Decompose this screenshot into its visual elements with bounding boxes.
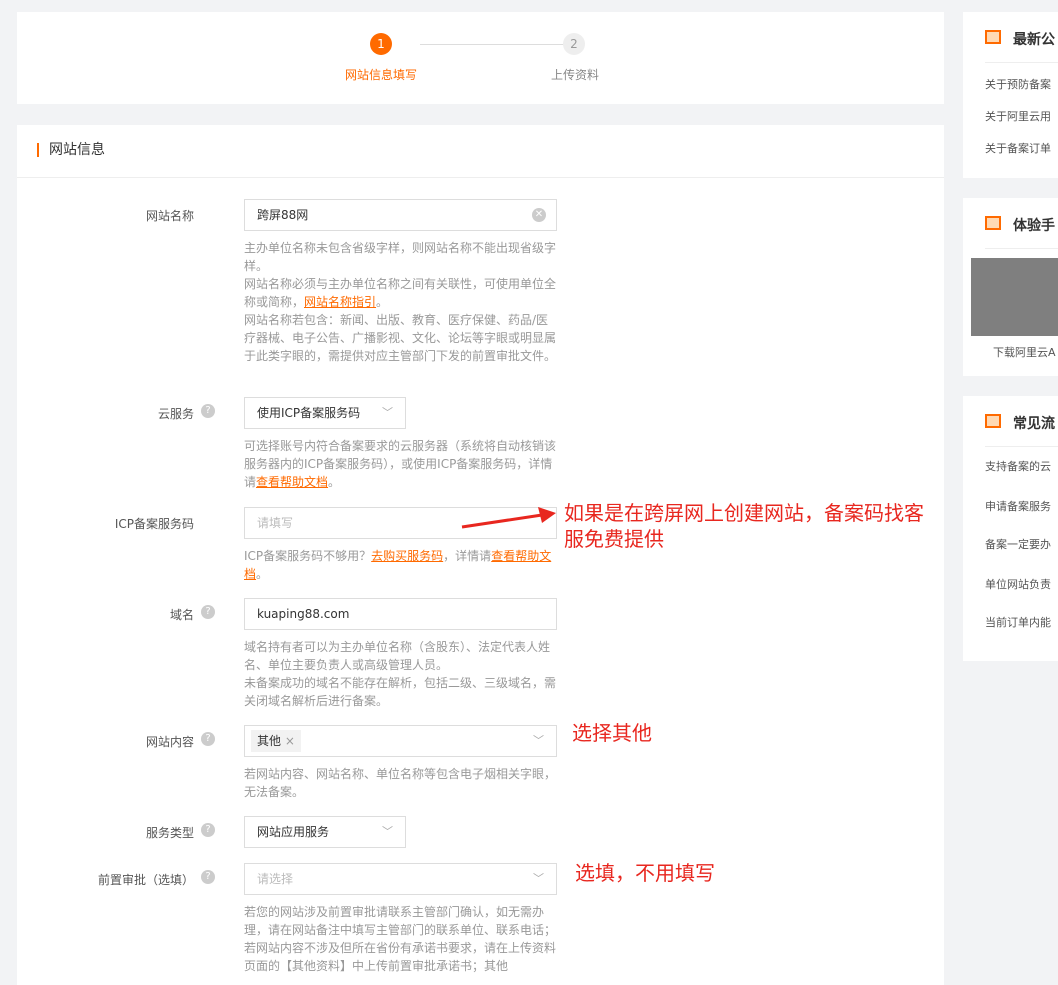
experience-panel: 体验手 下载阿里云A [963,198,1058,376]
download-caption[interactable]: 下载阿里云A [993,344,1056,360]
buy-code-link[interactable]: 去购买服务码 [371,549,443,563]
icp-placeholder: 请填写 [257,516,294,530]
annotation-icp: 如果是在跨屏网上创建网站，备案码找客服免费提供 [564,501,924,551]
service-type-select[interactable]: 网站应用服务 ﹀ [244,816,406,848]
help-icon[interactable]: ? [201,870,215,884]
icp-help: ICP备案服务码不够用？去购买服务码，详情请查看帮助文档。 [244,549,552,581]
help-text: 主办单位名称未包含省级字样，则网站名称不能出现省级字样。 [244,241,557,273]
site-name-label: 网站名称 [145,209,194,223]
faq-item[interactable]: 单位网站负责 [985,576,1051,592]
pre-approval-help: 若您的网站涉及前置审批请联系主管部门确认，如无需办理，请在网站备注中填写主管部门… [244,905,557,973]
faq-icon [985,414,1001,428]
pre-approval-placeholder: 请选择 [257,872,294,886]
faq-panel: 常见流 支持备案的云 申请备案服务 备案一定要办 单位网站负责 当前订单内能 [963,396,1058,661]
site-name-input[interactable]: 跨屏88网 ✕ [244,199,557,231]
divider [985,248,1058,249]
faq-item[interactable]: 申请备案服务 [985,498,1051,514]
cloud-select[interactable]: 使用ICP备案服务码 ﹀ [244,397,406,429]
help-icon[interactable]: ? [201,732,215,746]
chevron-down-icon: ﹀ [382,825,393,838]
divider [985,446,1058,447]
domain-input[interactable]: kuaping88.com [244,598,557,630]
clear-icon[interactable]: ✕ [532,208,546,222]
faq-item[interactable]: 当前订单内能 [985,614,1051,630]
domain-help: 域名持有者可以为主办单位名称（含股东）、法定代表人姓名、单位主要负责人或高级管理… [244,638,560,710]
pre-approval-label: 前置审批（选填） [97,873,194,887]
annotation-arrow [461,507,556,529]
notice-icon [985,30,1001,44]
faq-header: 常见流 [985,413,1055,433]
faq-title: 常见流 [1013,416,1055,432]
notice-item[interactable]: 关于阿里云用 [985,108,1051,124]
help-text: 未备案成功的域名不能存在解析，包括二级、三级域名，需关闭域名解析后进行备案。 [244,676,557,708]
help-icon[interactable]: ? [201,404,215,418]
monitor-icon [985,216,1001,230]
pre-approval-select[interactable]: 请选择 ﹀ [244,863,557,895]
chevron-down-icon: ﹀ [533,872,544,885]
content-tag[interactable]: 其他 × [251,730,301,752]
step-2-label: 上传资料 [550,68,600,82]
notice-panel: 最新公 关于预防备案 关于阿里云用 关于备案订单 [963,12,1058,178]
section-title: 网站信息 [37,143,105,157]
cloud-value: 使用ICP备案服务码 [257,406,361,420]
experience-title: 体验手 [1013,218,1055,234]
chevron-down-icon: ﹀ [533,734,544,747]
icp-label: ICP备案服务码 [114,517,194,531]
app-qr-image [971,258,1058,336]
help-icon[interactable]: ? [201,823,215,837]
tag-label: 其他 [257,734,282,748]
help-icon[interactable]: ? [201,605,215,619]
site-name-guide-link[interactable]: 网站名称指引 [304,295,376,309]
help-text: 网站名称必须与主办单位名称之间有关联性，可使用单位全称或简称， [244,277,557,309]
step-1-label: 网站信息填写 [344,68,418,82]
stepper: 1 2 网站信息填写 上传资料 [17,12,944,104]
domain-value: kuaping88.com [257,607,350,621]
faq-item[interactable]: 备案一定要办 [985,536,1051,552]
tag-remove-icon[interactable]: × [285,734,295,748]
site-name-help: 主办单位名称未包含省级字样，则网站名称不能出现省级字样。 网站名称必须与主办单位名… [244,239,560,365]
content-select[interactable]: 其他 × ﹀ [244,725,557,757]
site-name-value: 跨屏88网 [257,208,309,222]
annotation-content: 选择其他 [572,721,652,745]
faq-item[interactable]: 支持备案的云 [985,458,1051,474]
notice-title: 最新公 [1013,32,1055,48]
divider [985,62,1058,63]
help-text: 域名持有者可以为主办单位名称（含股东）、法定代表人姓名、单位主要负责人或高级管理… [244,640,551,672]
service-type-value: 网站应用服务 [257,825,330,839]
help-text: ，详情请 [443,549,492,563]
content-label: 网站内容 [145,735,194,749]
help-doc-link[interactable]: 查看帮助文档 [256,475,328,489]
notice-item[interactable]: 关于备案订单 [985,140,1051,156]
content-help: 若网站内容、网站名称、单位名称等包含电子烟相关字眼，无法备案。 [244,767,557,799]
notice-header: 最新公 [985,29,1055,49]
step-connector [420,44,568,45]
step-2-indicator: 2 [563,33,585,55]
divider [17,177,944,178]
help-text: 网站名称若包含：新闻、出版、教育、医疗保健、药品/医疗器械、电子公告、广播影视、… [244,313,557,363]
cloud-help: 可选择账号内符合备案要求的云服务器（系统将自动核销该服务器内的ICP备案服务码）… [244,439,557,489]
step-1-indicator: 1 [370,33,392,55]
website-info-form: 网站信息 网站名称 跨屏88网 ✕ 主办单位名称未包含省级字样，则网站名称不能出现… [17,125,944,985]
help-text: ICP备案服务码不够用？ [244,549,372,563]
cloud-label: 云服务 [157,407,194,421]
experience-header: 体验手 [985,215,1055,235]
chevron-down-icon: ﹀ [382,406,393,419]
domain-label: 域名 [169,608,194,622]
annotation-pre-approval: 选填，不用填写 [575,861,715,885]
notice-item[interactable]: 关于预防备案 [985,76,1051,92]
service-type-label: 服务类型 [145,826,194,840]
